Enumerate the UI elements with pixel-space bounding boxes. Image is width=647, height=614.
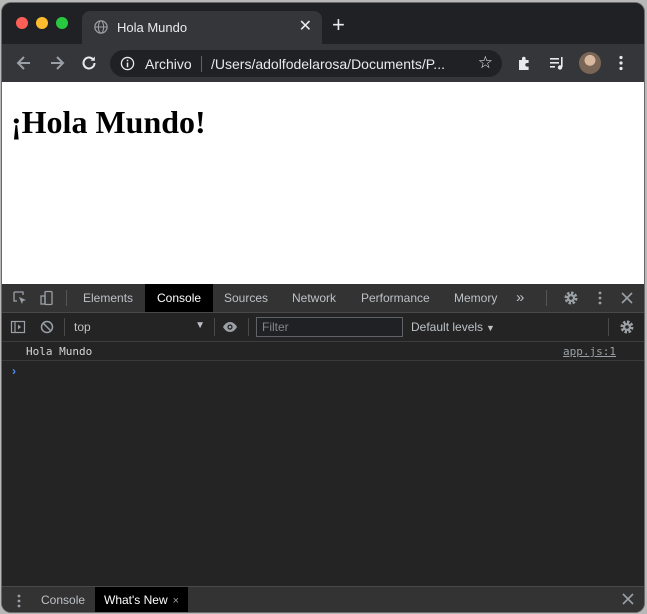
chevron-down-icon: ▼ [195,320,205,331]
toolbar-divider [66,290,67,306]
console-message-text: Hola Mundo [26,345,93,358]
reload-icon[interactable] [79,53,99,73]
tab-console[interactable]: Console [145,284,213,312]
devtools-drawer: Console What's New × [2,586,644,612]
minimize-window-button[interactable] [36,17,48,29]
info-icon[interactable] [120,56,135,71]
page-viewport: ¡Hola Mundo! [2,82,644,284]
toolbar-divider [608,318,609,336]
security-label: Archivo [145,56,192,72]
customize-menu-icon[interactable] [592,290,608,306]
source-link[interactable]: app.js:1 [563,345,616,358]
console-message: Hola Mundo app.js:1 [2,342,644,361]
profile-avatar[interactable] [579,52,601,74]
close-devtools-icon[interactable] [619,290,635,306]
bookmark-star-icon[interactable]: ☆ [478,53,493,73]
toolbar-divider [64,318,65,336]
drawer-tab-console[interactable]: Console [32,587,94,612]
new-tab-button[interactable]: + [332,14,345,36]
context-selector[interactable]: top ▼ [68,317,208,337]
tab-sources[interactable]: Sources [212,284,280,312]
browser-window: Hola Mundo ✕ + Archivo /Users/adolfodela… [2,3,644,612]
address-separator [201,56,202,72]
console-filter-input[interactable] [256,317,403,337]
tab-title: Hola Mundo [117,20,188,35]
toolbar-divider [248,318,249,336]
live-expression-eye-icon[interactable] [222,319,238,335]
more-tabs-button[interactable]: » [516,284,524,312]
devtools-tab-bar: Elements Console Sources Network Perform… [2,284,644,313]
devtools-panel: Elements Console Sources Network Perform… [2,284,644,612]
clear-console-icon[interactable] [39,319,55,335]
drawer-menu-icon[interactable] [11,593,27,609]
tab-strip: Hola Mundo ✕ + [2,3,644,44]
tab-close-icon[interactable]: ✕ [299,18,312,36]
zoom-window-button[interactable] [56,17,68,29]
drawer-tab-label: What's New [104,593,168,607]
console-settings-gear-icon[interactable] [619,319,635,335]
browser-tab[interactable]: Hola Mundo ✕ [82,11,322,44]
toolbar-divider [214,318,215,336]
inspect-element-icon[interactable] [12,290,28,306]
log-levels-dropdown[interactable]: Default levels ▼ [411,320,495,334]
tab-network[interactable]: Network [280,284,348,312]
page-heading: ¡Hola Mundo! [11,104,206,140]
close-tab-icon[interactable]: × [173,595,179,607]
log-levels-label: Default levels [411,320,484,334]
tab-performance[interactable]: Performance [349,284,442,312]
settings-gear-icon[interactable] [563,290,579,306]
media-control-icon[interactable] [548,54,566,72]
sidebar-toggle-icon[interactable] [10,319,26,335]
extensions-puzzle-icon[interactable] [516,54,534,72]
drawer-tab-whats-new[interactable]: What's New × [95,587,189,612]
console-prompt-icon[interactable]: › [12,364,16,378]
browser-menu-icon[interactable] [612,54,630,72]
device-toolbar-icon[interactable] [39,290,55,306]
globe-icon [94,20,108,34]
tab-elements[interactable]: Elements [71,284,145,312]
address-bar[interactable]: Archivo /Users/adolfodelarosa/Documents/… [110,50,502,77]
browser-toolbar: Archivo /Users/adolfodelarosa/Documents/… [2,44,644,82]
url-text[interactable]: /Users/adolfodelarosa/Documents/P... [211,56,445,72]
context-value: top [74,320,91,334]
tab-memory[interactable]: Memory [442,284,509,312]
forward-arrow-icon[interactable] [47,53,67,73]
toolbar-divider [546,290,547,306]
chevron-down-icon: ▼ [486,323,495,333]
console-toolbar: top ▼ Default levels▼ [2,313,644,342]
close-drawer-icon[interactable] [620,591,636,607]
close-window-button[interactable] [16,17,28,29]
back-arrow-icon[interactable] [14,53,34,73]
